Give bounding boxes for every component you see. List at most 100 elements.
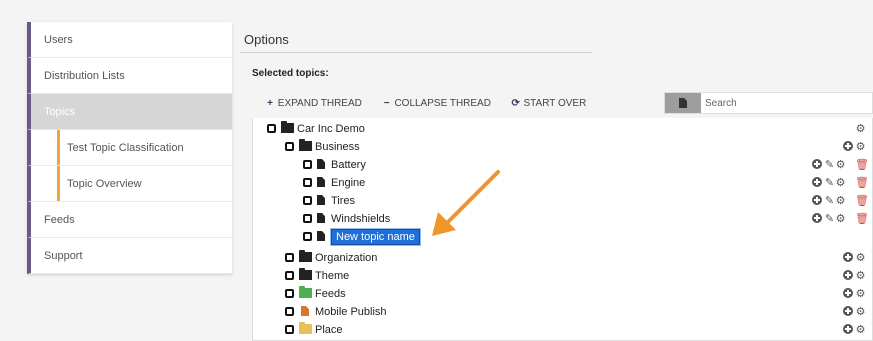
tree-node-label: Windshields	[331, 213, 391, 225]
gear-icon[interactable]: ⚙	[835, 174, 846, 192]
sidebar-item-support[interactable]: Support	[27, 238, 232, 274]
gear-icon[interactable]: ⚙	[855, 285, 866, 303]
sidebar-item-distribution-lists[interactable]: Distribution Lists	[27, 58, 232, 94]
document-icon	[679, 98, 687, 108]
checkbox[interactable]	[285, 271, 294, 280]
tree-node-label: Organization	[315, 252, 378, 264]
sidebar-subitem-test-topic-classification[interactable]: Test Topic Classification	[27, 130, 232, 166]
collapse-thread-label: COLLAPSE THREAD	[394, 98, 491, 109]
gear-icon[interactable]: ⚙	[835, 192, 846, 210]
add-circle-icon[interactable]	[812, 195, 822, 205]
file-icon	[317, 195, 325, 205]
add-circle-icon[interactable]	[843, 141, 853, 151]
tree-node-feeds[interactable]: Feeds	[285, 285, 346, 303]
tree-node-new-topic[interactable]: New topic name	[303, 228, 421, 246]
tree-node-label: Feeds	[315, 288, 346, 300]
tree-node-label: Engine	[331, 177, 366, 189]
tree-node-mobile-publish[interactable]: Mobile Publish	[285, 303, 387, 321]
gear-icon[interactable]: ⚙	[855, 267, 866, 285]
tree-node-label: Car Inc Demo	[297, 123, 365, 135]
tree-node-label: Battery	[331, 159, 366, 171]
tree-node-theme[interactable]: Theme	[285, 267, 349, 285]
tree-node-label: Mobile Publish	[315, 306, 387, 318]
gear-icon[interactable]: ⚙	[855, 138, 866, 156]
wrench-icon[interactable]: ✎	[824, 156, 835, 174]
checkbox[interactable]	[303, 178, 312, 187]
search-type-button[interactable]	[665, 93, 701, 113]
checkbox[interactable]	[303, 160, 312, 169]
wrench-icon[interactable]: ✎	[824, 210, 835, 228]
add-circle-icon[interactable]	[812, 177, 822, 187]
row-actions: ⚙	[843, 303, 866, 321]
file-icon	[301, 306, 309, 316]
trash-icon[interactable]: 🗑	[855, 192, 869, 210]
checkbox[interactable]	[303, 196, 312, 205]
tree-node-label: Tires	[331, 195, 356, 207]
sidebar-item-feeds[interactable]: Feeds	[27, 202, 232, 238]
start-over-label: START OVER	[523, 98, 587, 109]
tree-node-battery[interactable]: Battery	[303, 156, 366, 174]
tree-node-engine[interactable]: Engine	[303, 174, 365, 192]
add-circle-icon[interactable]	[843, 270, 853, 280]
trash-icon[interactable]: 🗑	[855, 156, 869, 174]
trash-icon[interactable]: 🗑	[855, 174, 869, 192]
plus-icon: +	[267, 98, 273, 109]
expand-thread-button[interactable]: + EXPAND THREAD	[265, 98, 362, 109]
row-actions: ✎⚙ 🗑	[812, 192, 869, 210]
file-icon	[317, 231, 325, 241]
gear-icon[interactable]: ⚙	[835, 210, 846, 228]
tree-toolbar: + EXPAND THREAD − COLLAPSE THREAD ⟳ STAR…	[265, 98, 603, 116]
checkbox[interactable]	[285, 325, 294, 334]
search-box	[664, 92, 873, 114]
add-circle-icon[interactable]	[843, 306, 853, 316]
checkbox[interactable]	[285, 307, 294, 316]
add-circle-icon[interactable]	[843, 252, 853, 262]
wrench-icon[interactable]: ✎	[824, 192, 835, 210]
add-circle-icon[interactable]	[843, 324, 853, 334]
row-actions: ⚙	[843, 285, 866, 303]
expand-thread-label: EXPAND THREAD	[277, 98, 362, 109]
checkbox[interactable]	[267, 124, 276, 133]
tree-node-place[interactable]: Place	[285, 321, 343, 339]
tree-node-label: Theme	[315, 270, 350, 282]
tree-node-root[interactable]: Car Inc Demo	[267, 120, 365, 138]
sidebar-item-users[interactable]: Users	[27, 22, 232, 58]
collapse-thread-button[interactable]: − COLLAPSE THREAD	[382, 98, 491, 109]
add-circle-icon[interactable]	[812, 159, 822, 169]
search-input[interactable]	[703, 93, 871, 113]
sidebar-subitem-topic-overview[interactable]: Topic Overview	[27, 166, 232, 202]
tree-node-tires[interactable]: Tires	[303, 192, 355, 210]
checkbox[interactable]	[285, 253, 294, 262]
folder-icon	[299, 268, 312, 280]
checkbox[interactable]	[303, 214, 312, 223]
sidebar-item-topics[interactable]: Topics	[27, 94, 232, 130]
file-icon	[317, 213, 325, 223]
row-actions: ⚙	[843, 138, 866, 156]
trash-icon[interactable]: 🗑	[855, 210, 869, 228]
folder-icon	[299, 250, 312, 262]
gear-icon[interactable]: ⚙	[855, 120, 866, 138]
tree-node-organization[interactable]: Organization	[285, 249, 377, 267]
selected-topics-label: Selected topics:	[252, 68, 329, 79]
gear-icon[interactable]: ⚙	[835, 156, 846, 174]
tree-node-windshields[interactable]: Windshields	[303, 210, 390, 228]
folder-icon	[299, 286, 312, 298]
checkbox[interactable]	[285, 142, 294, 151]
folder-open-icon	[299, 139, 312, 151]
tree-node-label: Place	[315, 324, 343, 336]
minus-icon: −	[383, 98, 390, 109]
gear-icon[interactable]: ⚙	[855, 321, 866, 339]
add-circle-icon[interactable]	[843, 288, 853, 298]
title-divider	[240, 52, 592, 53]
new-topic-name-input[interactable]: New topic name	[330, 228, 421, 246]
row-actions: ✎⚙ 🗑	[812, 156, 869, 174]
checkbox[interactable]	[285, 289, 294, 298]
tree-node-business[interactable]: Business	[285, 138, 360, 156]
gear-icon[interactable]: ⚙	[855, 249, 866, 267]
add-circle-icon[interactable]	[812, 213, 822, 223]
gear-icon[interactable]: ⚙	[855, 303, 866, 321]
checkbox[interactable]	[303, 232, 312, 241]
row-actions: ⚙	[843, 321, 866, 339]
start-over-button[interactable]: ⟳ START OVER	[511, 98, 587, 109]
wrench-icon[interactable]: ✎	[824, 174, 835, 192]
